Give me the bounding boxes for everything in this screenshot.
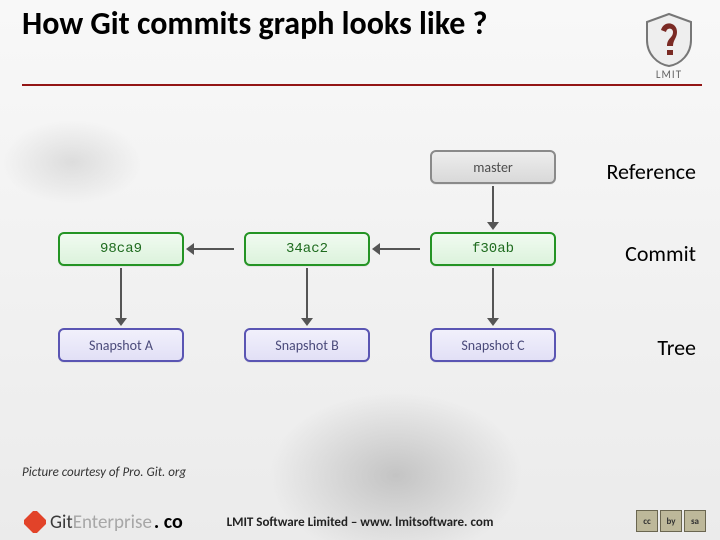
lmit-logo-text: LMIT — [656, 68, 682, 81]
tree-label: Snapshot C — [461, 337, 524, 354]
label-reference: Reference — [606, 158, 696, 185]
label-commit: Commit — [625, 240, 696, 267]
gitenterprise-brand: GitEnterprise . co — [24, 510, 183, 534]
commit-graph-diagram: master 98ca9 34ac2 f30ab Snapshot A Snap… — [58, 150, 558, 450]
picture-courtesy: Picture courtesy of Pro. Git. org — [22, 465, 186, 480]
slide: How Git commits graph looks like ? LMIT … — [0, 0, 720, 540]
label-tree: Tree — [657, 334, 696, 361]
lmit-shield-icon — [639, 10, 699, 70]
cc-cc-icon: cc — [636, 510, 658, 532]
slide-title: How Git commits graph looks like ? — [22, 6, 582, 42]
tree-b: Snapshot B — [244, 328, 370, 362]
tree-a: Snapshot A — [58, 328, 184, 362]
commit-2: 34ac2 — [244, 232, 370, 266]
arrow-commit2-to-tree — [306, 268, 308, 318]
title-underline — [22, 84, 702, 86]
commit-3: f30ab — [430, 232, 556, 266]
lmit-logo: LMIT — [634, 10, 704, 84]
brand-text: GitEnterprise — [50, 511, 152, 534]
arrow-commit3-to-tree — [492, 268, 494, 318]
tree-label: Snapshot B — [275, 337, 338, 354]
tree-c: Snapshot C — [430, 328, 556, 362]
commit-sha: f30ab — [472, 241, 514, 257]
git-icon — [24, 511, 46, 533]
commit-sha: 98ca9 — [100, 241, 142, 257]
arrow-commit1-to-tree — [120, 268, 122, 318]
title-area: How Git commits graph looks like ? — [22, 6, 582, 42]
footer: GitEnterprise . co LMIT Software Limited… — [0, 492, 720, 540]
commit-sha: 34ac2 — [286, 241, 328, 257]
cc-license-badge: cc by sa — [636, 510, 706, 532]
footer-center-text: LMIT Software Limited – www. lmitsoftwar… — [227, 515, 494, 530]
cc-by-icon: by — [660, 510, 682, 532]
arrow-commit3-to-commit2 — [380, 248, 420, 250]
commit-1: 98ca9 — [58, 232, 184, 266]
arrow-master-to-commit — [492, 186, 494, 222]
brand-dotcom: . co — [154, 510, 183, 534]
ref-label: master — [473, 159, 513, 176]
brand-git: Git — [50, 511, 73, 534]
tree-label: Snapshot A — [89, 337, 153, 354]
cc-sa-icon: sa — [684, 510, 706, 532]
arrow-commit2-to-commit1 — [194, 248, 234, 250]
ref-master: master — [430, 150, 556, 184]
brand-enterprise: Enterprise — [73, 511, 152, 534]
